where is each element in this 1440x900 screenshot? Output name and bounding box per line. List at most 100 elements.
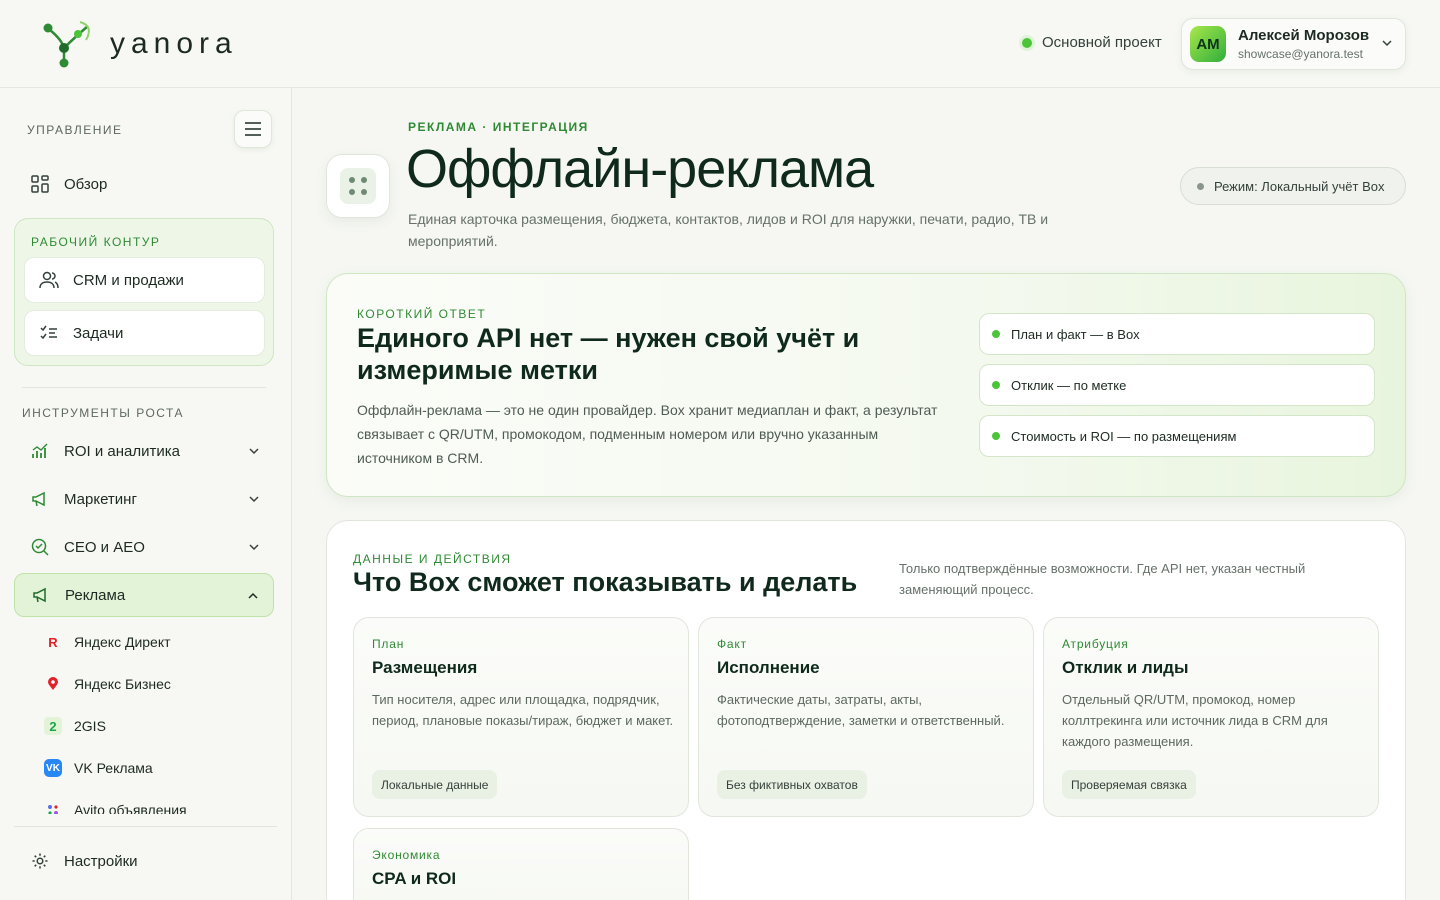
menu-toggle-button[interactable] (234, 110, 272, 148)
point-label: Отклик — по метке (1011, 377, 1127, 393)
megaphone-icon (33, 587, 46, 603)
sidebar-subitem-label: Яндекс Бизнес (74, 676, 171, 692)
card-title: Единого API нет — нужен свой учёт и изме… (357, 323, 860, 385)
section-label-growth: ИНСТРУМЕНТЫ РОСТА (22, 406, 184, 420)
feature-text: Тип носителя, адрес или площадка, подряд… (372, 692, 674, 728)
user-menu[interactable]: АМ Алексей Морозов showcase@yanora.test (1181, 18, 1406, 70)
feature-badge: Локальные данные (372, 770, 498, 799)
chevron-down-icon (249, 448, 259, 455)
sidebar-subitem-vk[interactable]: VK VK Реклама (44, 757, 153, 779)
project-name: Основной проект (1042, 34, 1162, 51)
sidebar-item-roi[interactable]: ROI и аналитика (14, 429, 274, 473)
sidebar-item-label: СЕО и AEO (64, 538, 145, 556)
answer-point: Отклик — по метке (979, 364, 1375, 406)
page-icon (326, 154, 390, 218)
menu-icon (245, 122, 261, 136)
grid-icon (31, 175, 49, 193)
sidebar-subitem-yandex-direct[interactable]: R Яндекс Директ (44, 631, 171, 653)
gear-icon (32, 853, 48, 869)
feature-kicker: План (372, 637, 405, 651)
breadcrumb: РЕКЛАМА · ИНТЕГРАЦИЯ (408, 120, 589, 134)
point-label: План и факт — в Box (1011, 326, 1140, 342)
sidebar-subitem-label: VK Реклама (74, 760, 153, 776)
work-contour-group: РАБОЧИЙ КОНТУР CRM и продажи Задачи (14, 218, 274, 366)
user-email: showcase@yanora.test (1238, 47, 1363, 61)
card-title: Что Box сможет показывать и делать (353, 567, 858, 597)
sidebar-subitem-label: 2GIS (74, 718, 106, 734)
feature-badge: Проверяемая связка (1062, 770, 1196, 799)
sidebar-item-seo[interactable]: СЕО и AEO (14, 525, 274, 569)
sidebar-subitem-label: Яндекс Директ (74, 634, 171, 650)
sidebar: УПРАВЛЕНИЕ Обзор РАБОЧИЙ КОНТУР CRM и пр… (0, 88, 292, 900)
sidebar-item-label: CRM и продажи (73, 271, 184, 289)
feature-kicker: Факт (717, 637, 747, 651)
sidebar-item-crm[interactable]: CRM и продажи (24, 257, 265, 303)
feature-badge: Без фиктивных охватов (717, 770, 867, 799)
brand-name: yanora (110, 27, 238, 60)
sidebar-subitem-2gis[interactable]: 2 2GIS (44, 715, 106, 737)
feature-kicker: Атрибуция (1062, 637, 1129, 651)
chevron-up-icon (248, 592, 258, 599)
sidebar-item-settings[interactable]: Настройки (14, 839, 274, 883)
feature-card-economics: Экономика CPA и ROI (353, 828, 689, 900)
feature-title: Отклик и лиды (1062, 658, 1189, 677)
avatar: АМ (1190, 26, 1226, 62)
project-status-dot (1022, 37, 1032, 48)
sidebar-subitem-yandex-business[interactable]: Яндекс Бизнес (44, 673, 171, 695)
page-description: Единая карточка размещения, бюджета, кон… (408, 211, 1049, 249)
sidebar-divider (14, 826, 277, 827)
sidebar-item-label: Задачи (73, 324, 124, 342)
sidebar-item-label: Реклама (65, 586, 126, 604)
answer-point: Стоимость и ROI — по размещениям (979, 415, 1375, 457)
chevron-down-icon (1382, 40, 1392, 47)
data-actions-card: ДАННЫЕ И ДЕЙСТВИЯ Что Box сможет показыв… (326, 520, 1406, 900)
card-kicker: ДАННЫЕ И ДЕЙСТВИЯ (353, 552, 512, 566)
status-dot (1197, 182, 1204, 190)
bullet-dot (992, 432, 1000, 440)
mode-label: Режим: Локальный учёт Box (1214, 178, 1385, 194)
point-label: Стоимость и ROI — по размещениям (1011, 428, 1237, 444)
user-name: Алексей Морозов (1238, 27, 1370, 44)
logo[interactable]: yanora (40, 18, 270, 70)
bullet-dot (992, 330, 1000, 338)
sidebar-item-ads[interactable]: Реклама (14, 573, 274, 617)
users-icon (39, 271, 59, 289)
sidebar-item-tasks[interactable]: Задачи (24, 310, 265, 356)
sidebar-item-label: ROI и аналитика (64, 442, 180, 460)
logo-molecule-icon (43, 21, 90, 68)
answer-point: План и факт — в Box (979, 313, 1375, 355)
sidebar-item-label: Обзор (64, 175, 108, 193)
card-kicker: КОРОТКИЙ ОТВЕТ (357, 307, 487, 321)
mode-badge[interactable]: Режим: Локальный учёт Box (1180, 167, 1406, 205)
sidebar-item-marketing[interactable]: Маркетинг (14, 477, 274, 521)
sidebar-divider (22, 387, 266, 388)
dots-grid-icon (340, 168, 376, 204)
section-label-work: РАБОЧИЙ КОНТУР (31, 235, 161, 249)
project-selector[interactable]: Основной проект (1022, 34, 1162, 51)
chevron-down-icon (249, 544, 259, 551)
feature-text: Отдельный QR/UTM, промокод, номер коллтр… (1062, 692, 1328, 749)
search-check-icon (31, 538, 49, 556)
sidebar-item-label: Маркетинг (64, 490, 137, 508)
feature-title: CPA и ROI (372, 869, 457, 888)
vk-icon: VK (44, 759, 62, 777)
2gis-icon: 2 (44, 717, 62, 735)
feature-kicker: Экономика (372, 848, 441, 862)
short-answer-card: КОРОТКИЙ ОТВЕТ Единого API нет — нужен с… (326, 273, 1406, 497)
feature-title: Исполнение (717, 658, 820, 677)
page-title: Оффлайн-реклама (406, 139, 874, 199)
feature-card-attribution: Атрибуция Отклик и лиды Отдельный QR/UTM… (1043, 617, 1379, 817)
megaphone-icon (32, 491, 45, 507)
feature-text: Фактические даты, затраты, акты, фотопод… (717, 692, 1005, 728)
chevron-down-icon (249, 496, 259, 503)
section-label-manage: УПРАВЛЕНИЕ (27, 123, 123, 137)
sidebar-item-overview[interactable]: Обзор (14, 162, 274, 206)
top-header: yanora Основной проект АМ Алексей Морозо… (0, 0, 1440, 88)
card-text: Оффлайн-реклама — это не один провайдер.… (357, 402, 938, 466)
chart-icon (32, 443, 48, 458)
feature-title: Размещения (372, 658, 478, 677)
main-content: РЕКЛАМА · ИНТЕГРАЦИЯ Оффлайн-реклама Еди… (292, 88, 1440, 900)
card-note: Только подтверждённые возможности. Где A… (899, 561, 1306, 597)
avito-icon (44, 801, 62, 814)
sidebar-subitem-avito[interactable]: Avito объявления (44, 799, 187, 814)
